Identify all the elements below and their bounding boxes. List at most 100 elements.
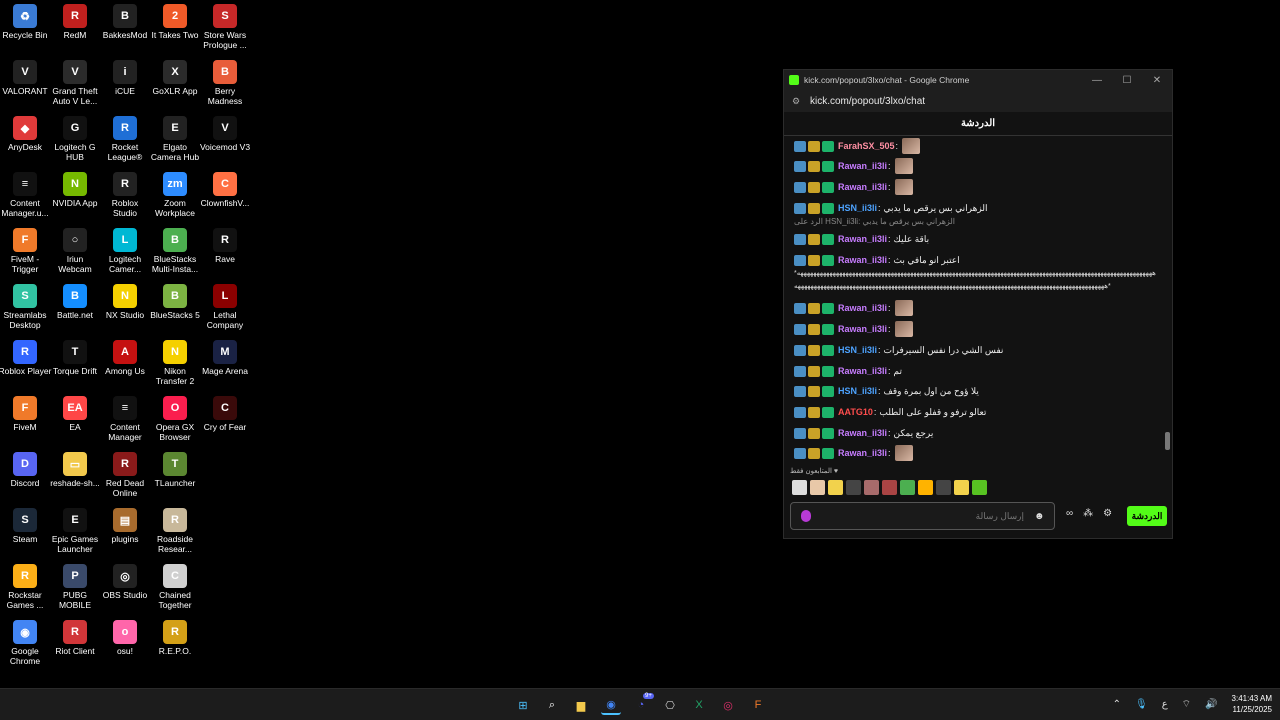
subscriber-badge-icon[interactable]: [808, 140, 820, 152]
emote-icon[interactable]: [864, 480, 879, 495]
desktop-icon[interactable]: B BakkesMod: [98, 0, 152, 40]
gifter-badge-icon[interactable]: [822, 233, 834, 245]
verified-badge-icon[interactable]: [794, 385, 806, 397]
verified-badge-icon[interactable]: [794, 254, 806, 266]
language-indicator[interactable]: ع: [1162, 699, 1168, 710]
desktop-icon[interactable]: ◉ Google Chrome: [0, 616, 52, 666]
chat-input-box[interactable]: ☻: [790, 502, 1055, 530]
infinity-icon[interactable]: ∞: [1066, 508, 1073, 519]
desktop-icon[interactable]: F FiveM - Trigger: [0, 224, 52, 274]
desktop-icon[interactable]: X GoXLR App: [148, 56, 202, 96]
desktop-icon[interactable]: 2 It Takes Two: [148, 0, 202, 40]
verified-badge-icon[interactable]: [794, 447, 806, 459]
verified-badge-icon[interactable]: [794, 302, 806, 314]
emote-icon[interactable]: [918, 480, 933, 495]
desktop-icon[interactable]: V Voicemod V3: [198, 112, 252, 152]
volume-icon[interactable]: 🔊: [1205, 699, 1217, 710]
desktop-icon[interactable]: N NVIDIA App: [48, 168, 102, 208]
gifter-badge-icon[interactable]: [822, 302, 834, 314]
chat-message[interactable]: HSN_ii3li: نفس الشي درا نفس السيرفرات: [794, 341, 1162, 359]
chat-username[interactable]: Rawan_ii3li: [838, 255, 887, 265]
chat-message[interactable]: Rawan_ii3li: تم: [794, 362, 1162, 380]
chat-username[interactable]: Rawan_ii3li: [838, 182, 887, 192]
chat-username[interactable]: Rawan_ii3li: [838, 161, 887, 171]
desktop-icon[interactable]: S Steam: [0, 504, 52, 544]
desktop-icon[interactable]: R Riot Client: [48, 616, 102, 656]
chrome-icon[interactable]: ◉: [601, 695, 621, 715]
chat-message[interactable]: FarahSX_505:: [794, 137, 1162, 155]
verified-badge-icon[interactable]: [794, 202, 806, 214]
gifter-badge-icon[interactable]: [822, 365, 834, 377]
subscriber-badge-icon[interactable]: [808, 181, 820, 193]
desktop-icon[interactable]: V Grand Theft Auto V Le...: [48, 56, 102, 106]
desktop-icon[interactable]: N NX Studio: [98, 280, 152, 320]
settings-icon[interactable]: ⚙: [1103, 508, 1112, 519]
subscriber-badge-icon[interactable]: [808, 160, 820, 172]
chat-message[interactable]: Rawan_ii3li:: [794, 157, 1162, 175]
chat-message[interactable]: AATG10: تعالو ترفو و قفلو على الطلب: [794, 403, 1162, 421]
chat-username[interactable]: Rawan_ii3li: [838, 324, 887, 334]
desktop-icon[interactable]: V VALORANT: [0, 56, 52, 96]
verified-badge-icon[interactable]: [794, 181, 806, 193]
site-settings-icon[interactable]: ⚙: [792, 96, 802, 107]
desktop-icon[interactable]: N Nikon Transfer 2: [148, 336, 202, 386]
desktop-icon[interactable]: R Rave: [198, 224, 252, 264]
emote-icon[interactable]: [792, 480, 807, 495]
microphone-icon[interactable]: 🎙: [1135, 699, 1148, 710]
desktop-icon[interactable]: C Cry of Fear: [198, 392, 252, 432]
desktop-icon[interactable]: L Lethal Company: [198, 280, 252, 330]
address-bar[interactable]: ⚙ kick.com/popout/3lxo/chat: [784, 90, 1172, 112]
desktop-icon[interactable]: ≡ Content Manager: [98, 392, 152, 442]
desktop-icon[interactable]: R Rocket League®: [98, 112, 152, 162]
close-button[interactable]: ✕: [1142, 75, 1172, 86]
desktop-icon[interactable]: R Roblox Player: [0, 336, 52, 376]
desktop-icon[interactable]: D Discord: [0, 448, 52, 488]
desktop-icon[interactable]: B BlueStacks Multi-Insta...: [148, 224, 202, 274]
desktop-icon[interactable]: EA EA: [48, 392, 102, 432]
chat-username[interactable]: AATG10: [838, 407, 873, 417]
chat-message[interactable]: HSN_ii3li: الزهراني بس يرقص ما يدبي: [794, 199, 1162, 217]
subscriber-badge-icon[interactable]: [808, 323, 820, 335]
subscriber-badge-icon[interactable]: [808, 406, 820, 418]
desktop-icon[interactable]: B Berry Madness: [198, 56, 252, 106]
emoji-icon[interactable]: ☻: [1034, 511, 1046, 522]
mic-icon[interactable]: [801, 510, 811, 522]
chat-username[interactable]: Rawan_ii3li: [838, 234, 887, 244]
chat-message[interactable]: Rawan_ii3li: يرجع يمكن: [794, 424, 1162, 442]
chevron-up-icon[interactable]: ⌃: [1113, 699, 1121, 710]
desktop-icon[interactable]: R RedM: [48, 0, 102, 40]
gifter-badge-icon[interactable]: [822, 160, 834, 172]
gifter-badge-icon[interactable]: [822, 447, 834, 459]
chat-username[interactable]: HSN_ii3li: [838, 345, 877, 355]
desktop-icon[interactable]: ♻ Recycle Bin: [0, 0, 52, 40]
desktop-icon[interactable]: T TLauncher: [148, 448, 202, 488]
subscriber-badge-icon[interactable]: [808, 202, 820, 214]
desktop-icon[interactable]: B BlueStacks 5: [148, 280, 202, 320]
chat-message[interactable]: HSN_ii3li: يلا ؤوح من اول بمرة وقف: [794, 382, 1162, 400]
verified-badge-icon[interactable]: [794, 365, 806, 377]
chat-username[interactable]: Rawan_ii3li: [838, 303, 887, 313]
desktop-icon[interactable]: E Epic Games Launcher: [48, 504, 102, 554]
chat-message[interactable]: Rawan_ii3li:: [794, 299, 1162, 317]
emote-icon[interactable]: [846, 480, 861, 495]
desktop-icon[interactable]: B Battle.net: [48, 280, 102, 320]
start-button[interactable]: ⊞: [513, 695, 533, 715]
desktop-icon[interactable]: ◎ OBS Studio: [98, 560, 152, 600]
desktop-icon[interactable]: C ClownfishV...: [198, 168, 252, 208]
gifter-badge-icon[interactable]: [822, 344, 834, 356]
address-url[interactable]: kick.com/popout/3lxo/chat: [810, 96, 925, 107]
gifter-badge-icon[interactable]: [822, 140, 834, 152]
gifter-badge-icon[interactable]: [822, 427, 834, 439]
desktop-icon[interactable]: T Torque Drift: [48, 336, 102, 376]
chat-input[interactable]: [811, 511, 1034, 521]
subscriber-badge-icon[interactable]: [808, 302, 820, 314]
desktop-icon[interactable]: ○ Iriun Webcam: [48, 224, 102, 274]
subscriber-badge-icon[interactable]: [808, 385, 820, 397]
fivem-icon[interactable]: F: [748, 695, 768, 715]
desktop-icon[interactable]: R R.E.P.O.: [148, 616, 202, 656]
wifi-icon[interactable]: ⌔: [1182, 698, 1191, 711]
emote-icon[interactable]: [810, 480, 825, 495]
gifter-badge-icon[interactable]: [822, 385, 834, 397]
emote-icon[interactable]: [972, 480, 987, 495]
desktop-icon[interactable]: ▤ plugins: [98, 504, 152, 544]
